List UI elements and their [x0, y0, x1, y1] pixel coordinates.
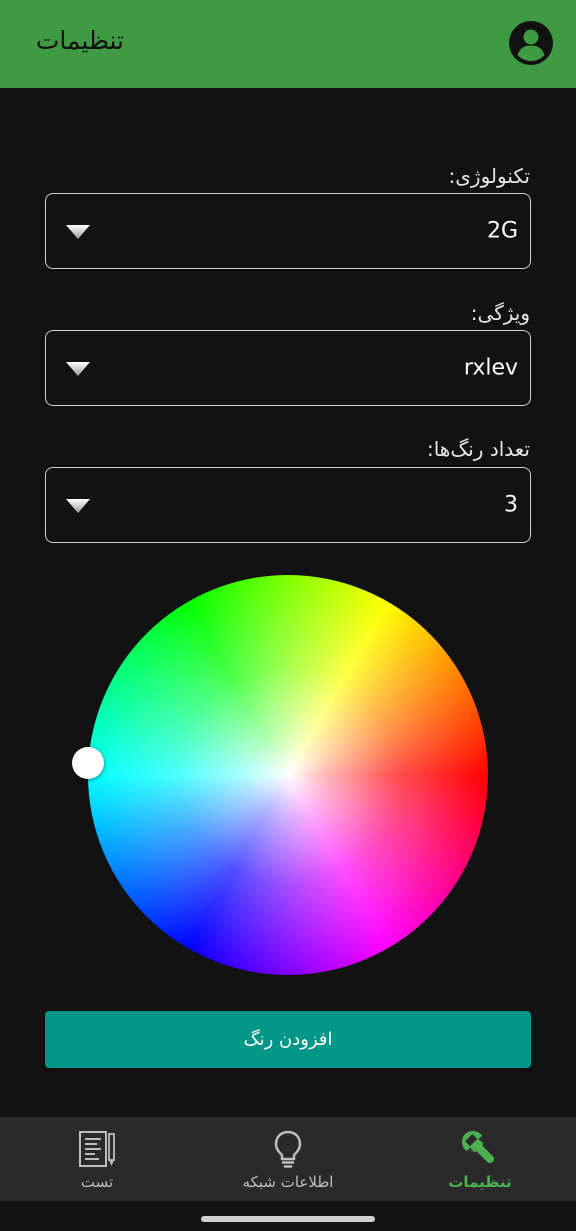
- color-wheel-saturation: [88, 575, 488, 975]
- document-icon: [79, 1131, 115, 1167]
- bottom-navigation: تنظیمات اطلاعات شبکه تست: [0, 1117, 576, 1201]
- wrench-icon: [461, 1130, 495, 1164]
- nav-label-network-info: اطلاعات شبکه: [242, 1173, 334, 1191]
- feature-label: ویژگی:: [470, 301, 530, 325]
- nav-item-test[interactable]: تست: [17, 1117, 177, 1201]
- color-picker-handle[interactable]: [72, 747, 104, 779]
- technology-selected-value: 2G: [486, 218, 518, 244]
- technology-label: تکنولوژی:: [448, 164, 530, 188]
- dropdown-arrow-icon: [66, 362, 90, 376]
- technology-select[interactable]: 2G: [45, 193, 531, 269]
- lightbulb-icon: [274, 1130, 302, 1168]
- color-wheel[interactable]: [88, 575, 488, 975]
- dropdown-arrow-icon: [66, 225, 90, 239]
- account-circle-icon: [509, 21, 553, 65]
- nav-label-settings: تنظیمات: [448, 1173, 512, 1191]
- page-title: تنظیمات: [35, 26, 124, 55]
- account-button[interactable]: [508, 20, 554, 66]
- nav-label-test: تست: [80, 1173, 114, 1191]
- feature-select[interactable]: rxlev: [45, 330, 531, 406]
- dropdown-arrow-icon: [66, 499, 90, 513]
- nav-item-network-info[interactable]: اطلاعات شبکه: [208, 1117, 368, 1201]
- color-count-label: تعداد رنگ‌ها:: [426, 437, 530, 461]
- app-bar: تنظیمات: [0, 0, 576, 88]
- color-count-select[interactable]: 3: [45, 467, 531, 543]
- feature-selected-value: rxlev: [463, 355, 518, 381]
- nav-item-settings[interactable]: تنظیمات: [400, 1117, 560, 1201]
- add-color-button[interactable]: افزودن رنگ: [45, 1011, 531, 1068]
- home-indicator[interactable]: [201, 1216, 375, 1222]
- color-count-selected-value: 3: [504, 492, 518, 518]
- settings-screen: تنظیمات تکنولوژی: 2G ویژگی: rxlev تعداد …: [0, 0, 576, 1231]
